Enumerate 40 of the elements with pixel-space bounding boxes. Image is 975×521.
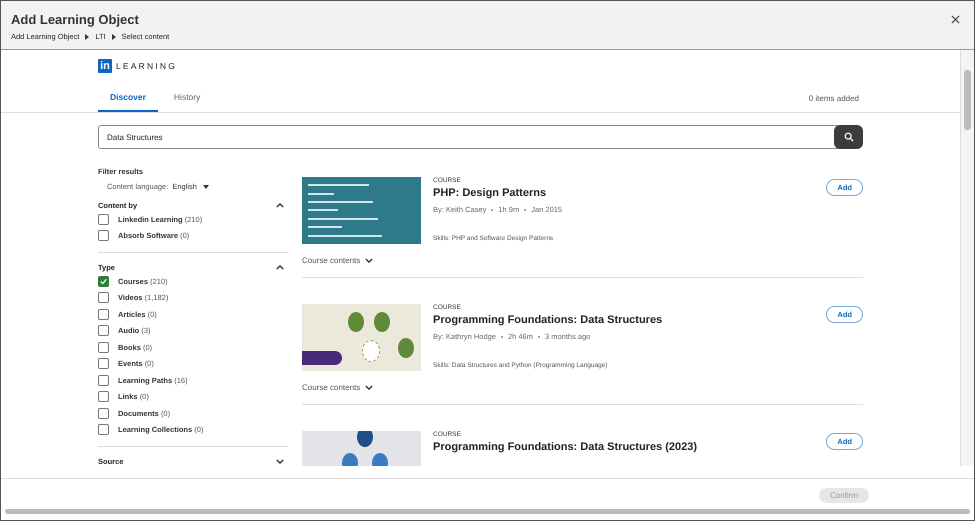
logo-badge: in	[98, 59, 112, 73]
chevron-down-icon[interactable]	[365, 385, 374, 390]
separator-dot	[500, 336, 503, 338]
checkbox[interactable]	[98, 292, 109, 304]
chevron-down-icon[interactable]	[276, 459, 284, 464]
course-title[interactable]: Programming Foundations: Data Structures	[433, 314, 814, 326]
search-field[interactable]: Data Structures	[98, 125, 838, 149]
search-icon[interactable]	[844, 132, 854, 142]
checkbox[interactable]	[98, 325, 109, 336]
checkbox[interactable]	[98, 391, 109, 402]
checkbox[interactable]	[98, 276, 109, 287]
horizontal-scrollbar[interactable]	[5, 509, 970, 514]
checkbox[interactable]	[98, 358, 109, 370]
caret-icon	[85, 34, 90, 40]
checkbox[interactable]	[98, 374, 109, 386]
course-contents-toggle[interactable]: Course contents	[302, 256, 360, 265]
window-title: Add Learning Object	[11, 12, 140, 27]
course-title[interactable]: PHP: Design Patterns	[433, 187, 814, 199]
chevron-up-icon[interactable]	[276, 203, 284, 208]
checkbox[interactable]	[98, 342, 109, 353]
tab[interactable]: History	[162, 85, 212, 112]
checkbox[interactable]	[98, 308, 109, 320]
brand-name: LEARNING	[116, 61, 178, 71]
separator-dot	[491, 208, 494, 210]
vertical-scrollbar[interactable]	[960, 50, 974, 466]
tab[interactable]: Discover	[98, 85, 158, 112]
checkbox[interactable]	[98, 214, 109, 225]
chevron-up-icon[interactable]	[276, 265, 284, 270]
course-contents-toggle[interactable]: Course contents	[302, 383, 360, 392]
checkbox[interactable]	[98, 424, 109, 436]
caret-icon	[112, 34, 116, 40]
checkbox[interactable]	[98, 230, 109, 242]
items-added-count: 0 items added	[808, 94, 860, 103]
separator-dot	[538, 336, 540, 338]
course-title[interactable]: Programming Foundations: Data Structures (2023)	[433, 441, 814, 453]
separator-dot	[524, 208, 526, 210]
chevron-down-icon[interactable]	[365, 258, 374, 263]
checkbox[interactable]	[98, 408, 109, 419]
caret-icon[interactable]	[202, 184, 209, 188]
close-icon[interactable]	[951, 15, 960, 24]
